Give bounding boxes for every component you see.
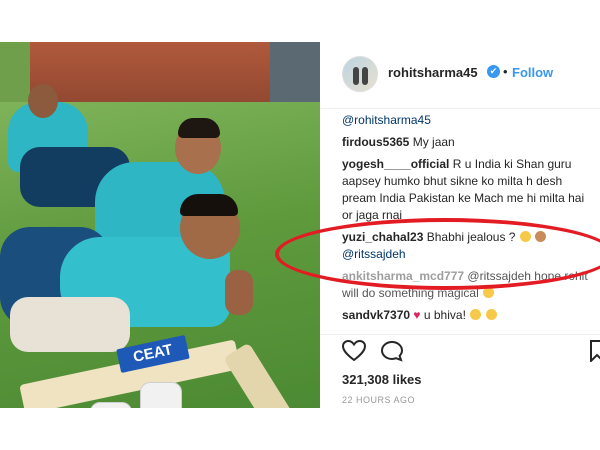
batting-pad <box>10 297 130 352</box>
comment-text: u bhiva! <box>423 308 466 322</box>
comment-text: Bhabhi jealous ? <box>426 230 516 244</box>
mention-link[interactable]: @ritssajdeh <box>342 247 406 261</box>
likes-count[interactable]: 321,308 likes <box>342 372 422 387</box>
follow-button[interactable]: Follow <box>512 65 553 80</box>
smile-emoji-icon <box>483 287 495 298</box>
comment: ankitsharma_mcd777 @ritssajdeh hope rohi… <box>342 268 598 302</box>
batting-glove <box>140 382 182 408</box>
divider <box>320 334 600 335</box>
comment: yogesh____official R u India ki Shan gur… <box>342 156 598 224</box>
comment-username[interactable]: firdous5365 <box>342 135 409 149</box>
comment-username[interactable]: yuzi_chahal23 <box>342 230 423 244</box>
comment: @rohitsharma45 <box>342 112 598 129</box>
comment-username[interactable]: sandvk7370 <box>342 308 410 322</box>
avatar[interactable] <box>342 56 378 92</box>
post-header: rohitsharma45 ✔ • Follow <box>320 42 600 109</box>
comment-username[interactable]: yogesh____official <box>342 157 449 171</box>
grin-emoji-icon <box>519 231 531 242</box>
post-photo[interactable]: CEAT <box>0 42 320 408</box>
action-bar <box>342 340 600 366</box>
astonished-emoji-icon <box>470 309 482 320</box>
heart-icon[interactable] <box>342 340 366 362</box>
username[interactable]: rohitsharma45 <box>388 65 478 80</box>
comment-icon[interactable] <box>380 340 404 362</box>
post-sidebar: rohitsharma45 ✔ • Follow @rohitsharma45 … <box>320 42 600 408</box>
avatar-figure <box>362 67 368 85</box>
see-no-evil-monkey-icon <box>535 231 547 242</box>
astonished-emoji-icon <box>485 309 497 320</box>
verified-badge-icon: ✔ <box>487 65 500 78</box>
separator-dot: • <box>503 64 508 79</box>
avatar-figure <box>353 67 359 85</box>
comment-highlighted: yuzi_chahal23 Bhabhi jealous ? @ritssajd… <box>342 229 598 263</box>
comment-text: My jaan <box>412 135 455 149</box>
bookmark-icon[interactable] <box>590 340 600 362</box>
thumbs-up-hand <box>225 270 253 315</box>
comment-username[interactable]: ankitsharma_mcd777 <box>342 269 464 283</box>
mention-link[interactable]: @rohitsharma45 <box>342 113 431 127</box>
comment: sandvk7370 ♥ u bhiva! <box>342 307 598 324</box>
comment: firdous5365 My jaan <box>342 134 598 151</box>
batting-glove <box>90 402 132 408</box>
comment-list: @rohitsharma45 firdous5365 My jaan yoges… <box>342 112 598 329</box>
player-3-hair <box>180 194 238 216</box>
player-1-head <box>28 84 58 118</box>
heart-emoji-icon: ♥ <box>413 308 421 322</box>
timestamp: 22 HOURS AGO <box>342 395 416 405</box>
player-2-hair <box>178 118 220 138</box>
